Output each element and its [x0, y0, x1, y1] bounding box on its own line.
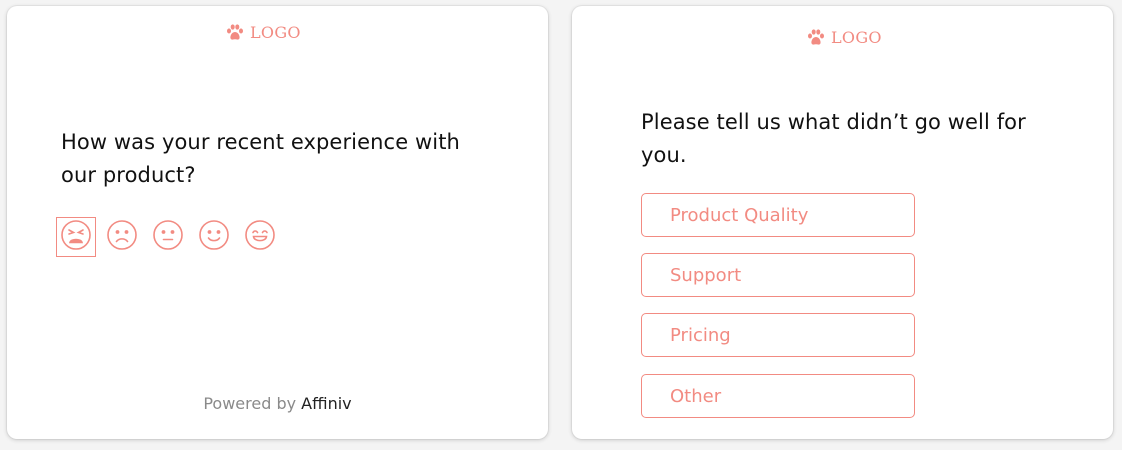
powered-by-prefix: Powered by [203, 394, 302, 413]
rating-option-smile[interactable] [194, 217, 234, 257]
logo: LOGO [807, 28, 882, 47]
logo-text: LOGO [250, 23, 301, 42]
logo: LOGO [226, 23, 301, 42]
powered-by: Powered by Affiniv [7, 394, 548, 413]
feedback-question: Please tell us what didn’t go well for y… [641, 110, 1026, 167]
feedback-card: LOGO Please tell us what didn’t go well … [572, 6, 1113, 439]
option-other[interactable]: Other [641, 374, 915, 418]
sad-face-icon [106, 219, 138, 256]
angry-face-icon [60, 219, 92, 256]
rating-option-grin[interactable] [240, 217, 280, 257]
smile-face-icon [198, 219, 230, 256]
option-pricing[interactable]: Pricing [641, 313, 915, 357]
logo-text: LOGO [831, 28, 882, 47]
option-support[interactable]: Support [641, 253, 915, 297]
rating-option-sad[interactable] [102, 217, 142, 257]
option-product-quality[interactable]: Product Quality [641, 193, 915, 237]
neutral-face-icon [152, 219, 184, 256]
paw-icon [226, 24, 244, 41]
rating-option-neutral[interactable] [148, 217, 188, 257]
powered-by-brand[interactable]: Affiniv [301, 394, 351, 413]
grin-face-icon [244, 219, 276, 256]
rating-question: How was your recent experience with our … [61, 130, 460, 187]
rating-card: LOGO How was your recent experience with… [7, 6, 548, 439]
paw-icon [807, 29, 825, 46]
rating-scale [56, 217, 286, 257]
rating-option-angry[interactable] [56, 217, 96, 257]
